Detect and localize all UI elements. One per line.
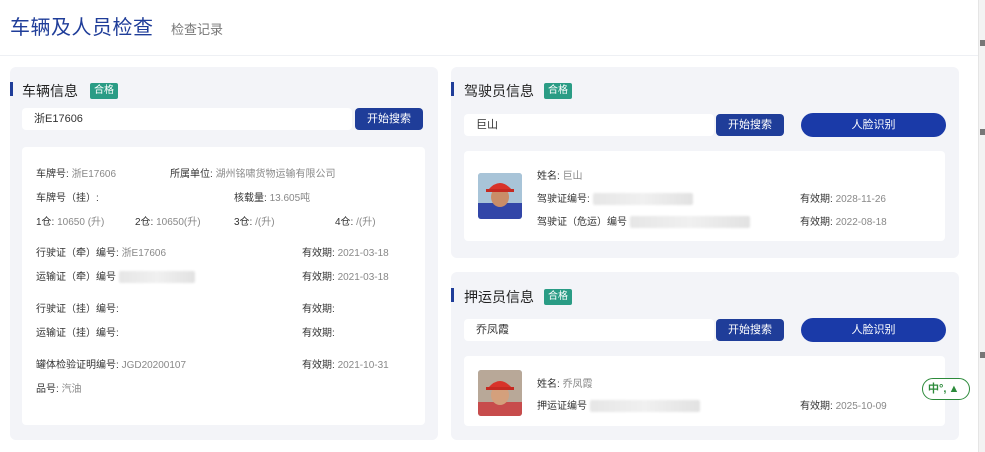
product-row: 品号: 汽油 [36,384,82,395]
plate-row: 车牌号: 浙E17606 [36,169,117,180]
driver-search-input[interactable]: 巨山 [464,114,714,136]
escort-panel: 押运员信息 合格 乔凤霞 开始搜索 人脸识别 姓名: 乔凤霞 押运证编号 有效期… [451,272,959,440]
driver-info-card: 姓名: 巨山 驾驶证编号: 有效期: 2028-11-26 驾驶证（危运）编号 … [464,151,945,241]
escort-license-expiry: 有效期: 2025-10-09 [800,401,887,412]
unit-row: 所属单位: 湖州铭啸货物运输有限公司 [170,169,336,180]
redacted-value [592,193,693,206]
tank-cert-row: 罐体检验证明编号: JGD20200107 [36,360,187,371]
license-tractor-row: 行驶证（牵）编号: 浙E17606 [36,248,167,259]
escort-photo [478,370,522,416]
person-photo-icon [478,370,522,416]
scrollbar[interactable] [978,0,985,452]
escort-license-row: 押运证编号 [537,397,700,413]
driver-hazmat-row: 驾驶证（危运）编号 [537,213,750,229]
driver-panel-title: 驾驶员信息 [464,83,534,99]
section-marker [10,82,13,96]
vehicle-info-card: 车牌号: 浙E17606 所属单位: 湖州铭啸货物运输有限公司 车牌号（挂）: … [22,147,425,425]
edge-marker [980,129,985,135]
driver-name-row: 姓名: 巨山 [537,171,583,182]
load-row: 核载量: 13.605吨 [234,193,311,204]
person-photo-icon [478,173,522,219]
vehicle-panel: 车辆信息 合格 浙E17606 开始搜索 车牌号: 浙E17606 所属单位: … [10,67,438,440]
driver-license-row: 驾驶证编号: [537,190,693,206]
redacted-value [629,216,750,229]
escort-info-card: 姓名: 乔凤霞 押运证编号 有效期: 2025-10-09 [464,356,945,426]
ime-indicator[interactable]: 中°, ▲ [922,378,970,400]
trailer-plate-label: 车牌号（挂）: [36,193,99,204]
status-badge: 合格 [544,289,572,305]
edge-marker [980,352,985,358]
tank-cert-expiry: 有效期: 2021-10-31 [302,360,389,371]
edge-marker [980,40,985,46]
status-badge: 合格 [90,83,118,99]
license-trailer-row: 行驶证（挂）编号: [36,304,119,315]
redacted-value [589,400,700,413]
page-title: 车辆及人员检查 [10,17,154,39]
start-search-button[interactable]: 开始搜索 [716,319,784,341]
redacted-value [118,271,195,284]
transport-tractor-row: 运输证（牵）编号 [36,268,195,284]
tank-4: 4仓: /(升) [335,217,376,228]
section-marker [451,288,454,302]
shirt-icon: ▲ [948,383,960,395]
page-header: 车辆及人员检查 检查记录 [0,0,978,56]
transport-trailer-expiry: 有效期: [302,328,335,339]
tank-2: 2仓: 10650(升) [135,217,201,228]
start-search-button[interactable]: 开始搜索 [716,114,784,136]
escort-panel-title: 押运员信息 [464,289,534,305]
load-value: 13.605吨 [269,193,311,204]
escort-name-row: 姓名: 乔凤霞 [537,379,593,390]
vehicle-panel-title: 车辆信息 [22,83,78,99]
transport-tractor-expiry: 有效期: 2021-03-18 [302,272,389,283]
section-marker [451,82,454,96]
tank-1: 1仓: 10650 (升) [36,217,105,228]
face-recognition-button[interactable]: 人脸识别 [801,113,946,137]
license-trailer-expiry: 有效期: [302,304,335,315]
plate-search-input[interactable]: 浙E17606 [22,108,352,130]
start-search-button[interactable]: 开始搜索 [355,108,423,130]
face-recognition-button[interactable]: 人脸识别 [801,318,946,342]
driver-license-expiry: 有效期: 2028-11-26 [800,194,886,205]
status-badge: 合格 [544,83,572,99]
plate-value: 浙E17606 [71,169,117,180]
escort-search-input[interactable]: 乔凤霞 [464,319,714,341]
tab-check-record[interactable]: 检查记录 [171,19,223,38]
unit-value: 湖州铭啸货物运输有限公司 [215,169,336,180]
driver-panel: 驾驶员信息 合格 巨山 开始搜索 人脸识别 姓名: 巨山 驾驶证编号: 有效期:… [451,67,959,258]
driver-hazmat-expiry: 有效期: 2022-08-18 [800,217,887,228]
transport-trailer-row: 运输证（挂）编号: [36,328,119,339]
driver-photo [478,173,522,219]
license-tractor-expiry: 有效期: 2021-03-18 [302,248,389,259]
tank-3: 3仓: /(升) [234,217,275,228]
ime-label: 中°, [928,383,947,395]
